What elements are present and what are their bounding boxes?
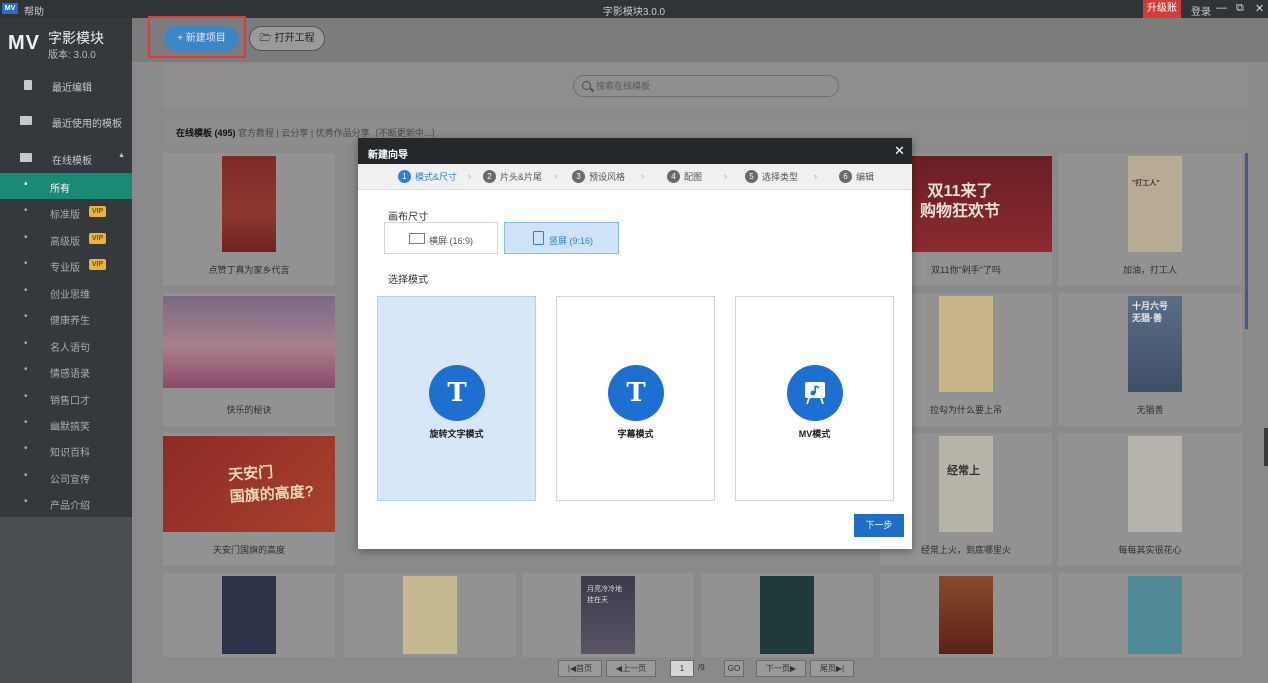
sidebar-item-online-templates[interactable]: 在线模板 ▲ bbox=[0, 145, 132, 171]
sidebar-category[interactable]: • 公司宣传 bbox=[0, 464, 132, 490]
page-total: /9 bbox=[698, 663, 705, 672]
template-card[interactable]: 十月六号 无猖·善 无猖善 bbox=[1058, 293, 1242, 426]
chevron-right-icon: › bbox=[814, 171, 817, 181]
landscape-icon bbox=[409, 233, 425, 244]
mode-subtitle[interactable]: T 字幕模式 bbox=[556, 296, 715, 501]
sidebar-category[interactable]: • 产品介绍 bbox=[0, 490, 132, 516]
sidebar-category[interactable]: • 销售口才 bbox=[0, 385, 132, 411]
step-preset-style: 3 预设风格 bbox=[572, 170, 625, 183]
dialog-header: 新建向导 ✕ bbox=[358, 138, 912, 164]
sidebar-category[interactable]: • 知识百科 bbox=[0, 437, 132, 463]
canvas-size-label: 画布尺寸 bbox=[388, 212, 428, 223]
dialog-title: 新建向导 bbox=[368, 150, 408, 161]
open-project-button[interactable]: 🗁 打开工程 bbox=[249, 26, 325, 51]
scrollbar[interactable] bbox=[1245, 153, 1248, 329]
thumb-text: 双11来了 购物狂欢节 bbox=[919, 183, 1000, 220]
next-step-button[interactable]: 下一步 bbox=[854, 514, 904, 537]
vip-badge: VIP bbox=[89, 259, 106, 270]
template-card[interactable]: 天安门 国旗的高度? 天安门国旗的高度 bbox=[163, 433, 335, 566]
chevron-right-icon: › bbox=[468, 171, 471, 181]
close-icon[interactable]: ✕ bbox=[894, 143, 905, 159]
folder-icon: 🗁 bbox=[259, 33, 272, 44]
last-page-button[interactable]: 尾页▶| bbox=[810, 660, 854, 677]
template-icon bbox=[20, 116, 32, 125]
sidebar-category[interactable]: • 专业版 VIP bbox=[0, 252, 132, 278]
template-card[interactable] bbox=[1058, 573, 1242, 657]
step-intro-outro: 2 片头&片尾 bbox=[483, 170, 542, 183]
annotation-highlight-box bbox=[148, 16, 246, 58]
file-icon bbox=[24, 80, 32, 90]
brand-logo: MV bbox=[8, 32, 40, 54]
portrait-option[interactable]: 竖屏 (9:16) bbox=[504, 222, 619, 254]
vip-badge: VIP bbox=[89, 233, 106, 244]
step-edit: 6 编辑 bbox=[839, 170, 874, 183]
template-card[interactable]: "打工人" 加油，打工人 bbox=[1058, 153, 1242, 286]
restore-icon[interactable]: ⧉ bbox=[1236, 2, 1244, 15]
text-mode-icon: T bbox=[429, 365, 485, 421]
step-select-type: 5 选择类型 bbox=[745, 170, 798, 183]
monitor-icon bbox=[20, 153, 32, 162]
sidebar-category[interactable]: • 高级版 VIP bbox=[0, 226, 132, 252]
sidebar-category[interactable]: • 情感语录 bbox=[0, 358, 132, 384]
upgrade-account-button[interactable]: 升级账户 bbox=[1143, 0, 1181, 32]
music-board-icon bbox=[787, 365, 843, 421]
sidebar: MV 字影模块 版本: 3.0.0 最近编辑 最近使用的模板 在线模板 ▲ • 所… bbox=[0, 18, 132, 683]
search-icon bbox=[582, 81, 591, 90]
template-card[interactable] bbox=[344, 573, 516, 657]
sidebar-item-recent-edit[interactable]: 最近编辑 bbox=[0, 72, 132, 98]
step-images: 4 配图 bbox=[667, 170, 702, 183]
new-project-wizard-dialog: 新建向导 ✕ 1 模式&尺寸 › 2 片头&片尾 › 3 预设风格 › 4 配图 › 5… bbox=[358, 138, 912, 549]
template-card[interactable] bbox=[163, 573, 335, 657]
mode-rotating-text[interactable]: T 旋转文字模式 bbox=[377, 296, 536, 501]
page-number-input[interactable]: 1 bbox=[670, 660, 694, 677]
brand-name: 字影模块 bbox=[48, 30, 104, 46]
template-card[interactable]: 快乐的秘诀 bbox=[163, 293, 335, 426]
search-input[interactable]: 搜索在线模板 bbox=[573, 75, 839, 97]
chevron-right-icon: › bbox=[724, 171, 727, 181]
side-collapse-handle[interactable] bbox=[1264, 428, 1268, 466]
minimize-icon[interactable]: — bbox=[1216, 2, 1227, 14]
select-mode-label: 选择模式 bbox=[388, 275, 428, 286]
next-page-button[interactable]: 下一页▶ bbox=[756, 660, 806, 677]
login-link[interactable]: 登录 bbox=[1191, 3, 1211, 18]
template-card[interactable] bbox=[880, 573, 1052, 657]
mode-mv[interactable]: MV模式 bbox=[735, 296, 894, 501]
landscape-option[interactable]: 横屏 (16:9) bbox=[384, 222, 498, 254]
sidebar-category[interactable]: • 名人语句 bbox=[0, 332, 132, 358]
sidebar-category[interactable]: • 幽默搞笑 bbox=[0, 411, 132, 437]
step-mode-size: 1 模式&尺寸 bbox=[398, 170, 457, 183]
wizard-steps: 1 模式&尺寸 › 2 片头&片尾 › 3 预设风格 › 4 配图 › 5 选择类型 › … bbox=[358, 164, 912, 190]
vip-badge: VIP bbox=[89, 206, 106, 217]
sidebar-category[interactable]: • 标准版 VIP bbox=[0, 199, 132, 225]
template-card[interactable]: 点赞丁真为家乡代言 bbox=[163, 153, 335, 286]
brand: MV 字影模块 版本: 3.0.0 bbox=[0, 18, 132, 68]
sidebar-item-recent-templates[interactable]: 最近使用的模板 bbox=[0, 108, 132, 134]
first-page-button[interactable]: |◀首页 bbox=[558, 660, 602, 677]
sidebar-category[interactable]: • 所有 bbox=[0, 173, 132, 199]
chevron-up-icon: ▲ bbox=[118, 152, 125, 159]
subtitle-mode-icon: T bbox=[608, 365, 664, 421]
go-button[interactable]: GO bbox=[724, 660, 744, 677]
sidebar-category[interactable]: • 健康养生 bbox=[0, 305, 132, 331]
brand-version: 版本: 3.0.0 bbox=[48, 50, 96, 61]
portrait-icon bbox=[533, 231, 544, 245]
template-card[interactable]: 每每其实很花心 bbox=[1058, 433, 1242, 566]
chevron-right-icon: › bbox=[641, 171, 644, 181]
sidebar-category[interactable]: • 创业思维 bbox=[0, 279, 132, 305]
template-card[interactable]: 月亮冷冷地 挂在天 bbox=[522, 573, 694, 657]
chevron-right-icon: › bbox=[554, 171, 557, 181]
tab-online-templates[interactable]: 在线模板 (495) bbox=[176, 128, 236, 138]
filter-other-tabs[interactable]: 官方教程 | 云分享 | 优秀作品分享（不断更新中...） bbox=[238, 128, 440, 138]
template-card[interactable] bbox=[701, 573, 873, 657]
close-icon[interactable]: ✕ bbox=[1255, 2, 1264, 15]
prev-page-button[interactable]: ◀上一页 bbox=[606, 660, 656, 677]
